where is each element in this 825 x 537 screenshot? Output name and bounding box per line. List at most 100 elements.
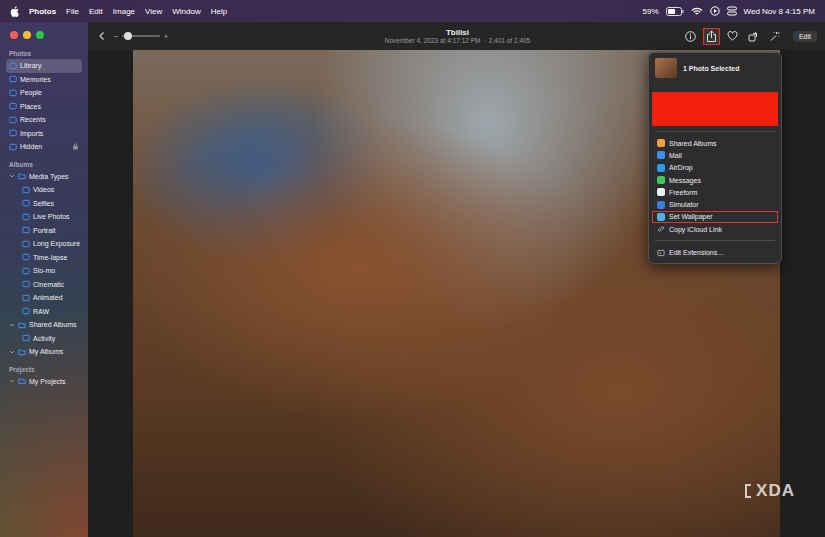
sidebar-item[interactable]: People bbox=[6, 86, 82, 100]
sidebar-label: Time-lapse bbox=[33, 254, 67, 261]
share-menu-item[interactable]: Freeform bbox=[652, 186, 778, 198]
rotate-icon[interactable] bbox=[748, 31, 759, 42]
apple-icon[interactable] bbox=[10, 6, 19, 17]
zoom-out[interactable]: − bbox=[114, 33, 118, 40]
sidebar-item[interactable]: Library bbox=[6, 59, 82, 73]
lock-icon bbox=[72, 143, 79, 150]
menu-item[interactable]: File bbox=[66, 7, 79, 16]
sidebar-label: RAW bbox=[33, 308, 49, 315]
info-icon[interactable] bbox=[685, 31, 696, 42]
link-icon bbox=[657, 225, 665, 233]
edit-button[interactable]: Edit bbox=[793, 31, 817, 42]
sidebar-item[interactable]: Recents bbox=[6, 113, 82, 127]
disclosure-icon[interactable] bbox=[9, 349, 15, 355]
app-menu[interactable]: Photos bbox=[29, 7, 56, 16]
menu-item[interactable]: Help bbox=[211, 7, 227, 16]
sidebar-subitem[interactable]: Time-lapse bbox=[6, 251, 82, 265]
close-button[interactable] bbox=[10, 31, 18, 39]
toolbar-button[interactable] bbox=[745, 28, 762, 45]
album-icon bbox=[9, 116, 17, 124]
sidebar-item[interactable]: Memories bbox=[6, 73, 82, 87]
sidebar-subitem[interactable]: Animated bbox=[6, 291, 82, 305]
heart-icon[interactable] bbox=[727, 31, 738, 41]
share-menu-item[interactable]: Copy iCloud Link bbox=[652, 223, 778, 235]
menu-item[interactable]: Window bbox=[172, 7, 200, 16]
separator bbox=[655, 131, 775, 132]
sidebar-item[interactable]: Hidden bbox=[6, 140, 82, 154]
sidebar-item[interactable]: Media Types bbox=[6, 170, 82, 184]
zoom-in[interactable]: + bbox=[164, 33, 168, 40]
album-icon bbox=[22, 267, 30, 275]
wifi-icon[interactable] bbox=[691, 7, 703, 16]
share-menu-item[interactable]: Set Wallpaper bbox=[652, 211, 778, 223]
sidebar-subitem[interactable]: RAW bbox=[6, 305, 82, 319]
minimize-button[interactable] bbox=[23, 31, 31, 39]
share-icon[interactable] bbox=[706, 30, 717, 42]
sidebar-subitem[interactable]: Videos bbox=[6, 183, 82, 197]
menu-item[interactable]: Edit bbox=[89, 7, 103, 16]
share-item-label: Copy iCloud Link bbox=[669, 226, 722, 233]
clock[interactable]: Wed Nov 8 4:15 PM bbox=[744, 7, 815, 16]
sidebar-subitem[interactable]: Selfies bbox=[6, 197, 82, 211]
disclosure-icon[interactable] bbox=[9, 378, 15, 384]
album-icon bbox=[9, 75, 17, 83]
battery-icon[interactable] bbox=[666, 7, 684, 16]
sidebar-subitem[interactable]: Activity bbox=[6, 332, 82, 346]
toolbar-button[interactable] bbox=[724, 28, 741, 45]
sidebar-label: Portrait bbox=[33, 227, 56, 234]
edit-extensions[interactable]: Edit Extensions… bbox=[652, 246, 778, 258]
share-menu-item[interactable]: AirDrop bbox=[652, 162, 778, 174]
share-menu-item[interactable]: Mail bbox=[652, 149, 778, 161]
sidebar-subitem[interactable]: Portrait bbox=[6, 224, 82, 238]
sidebar-subitem[interactable]: Long Exposure bbox=[6, 237, 82, 251]
share-menu-item[interactable]: Messages bbox=[652, 174, 778, 186]
play-icon[interactable] bbox=[710, 6, 720, 16]
app-icon bbox=[657, 139, 665, 147]
back-chevron-icon[interactable] bbox=[98, 31, 106, 41]
zoom-slider[interactable]: − + bbox=[114, 33, 168, 40]
share-menu-item[interactable]: Shared Albums bbox=[652, 137, 778, 149]
toolbar-button[interactable] bbox=[682, 28, 699, 45]
sidebar-label: My Albums bbox=[29, 348, 63, 355]
sidebar-item[interactable]: My Albums bbox=[6, 345, 82, 359]
battery-percent: 59% bbox=[643, 7, 659, 16]
zoom-track[interactable] bbox=[122, 35, 160, 37]
sidebar-label: Recents bbox=[20, 116, 46, 123]
xda-bracket-icon bbox=[744, 484, 753, 498]
disclosure-icon[interactable] bbox=[9, 173, 15, 179]
photos-app: Photos File Edit Image View Window Help 59% W… bbox=[0, 0, 825, 537]
photo-thumbnail bbox=[655, 58, 677, 78]
app-icon bbox=[657, 151, 665, 159]
album-icon bbox=[22, 294, 30, 302]
sidebar-label: Library bbox=[20, 62, 41, 69]
zoom-knob[interactable] bbox=[124, 32, 132, 40]
control-center-icon[interactable] bbox=[727, 6, 737, 16]
share-item-label: Mail bbox=[669, 152, 682, 159]
sidebar-section: Albums Media Types Videos Selfies Live P… bbox=[6, 159, 82, 359]
sidebar-subitem[interactable]: Live Photos bbox=[6, 210, 82, 224]
sidebar-subitem[interactable]: Slo-mo bbox=[6, 264, 82, 278]
magic-wand-icon[interactable] bbox=[769, 31, 780, 42]
share-item-label: Messages bbox=[669, 177, 701, 184]
disclosure-icon[interactable] bbox=[9, 322, 15, 328]
section-title: Projects bbox=[6, 364, 82, 375]
sidebar-item[interactable]: My Projects bbox=[6, 375, 82, 389]
toolbar-button[interactable] bbox=[766, 28, 783, 45]
status-area: 59% Wed Nov 8 4:15 PM bbox=[643, 6, 815, 16]
folder-icon bbox=[18, 172, 26, 180]
menu-bar: Photos File Edit Image View Window Help 59% W… bbox=[0, 0, 825, 22]
sidebar-subitem[interactable]: Cinematic bbox=[6, 278, 82, 292]
sidebar-item[interactable]: Shared Albums bbox=[6, 318, 82, 332]
sidebar-item[interactable]: Imports bbox=[6, 127, 82, 141]
menu-item[interactable]: Image bbox=[113, 7, 135, 16]
folder-icon bbox=[18, 321, 26, 329]
zoom-button[interactable] bbox=[36, 31, 44, 39]
share-menu-item[interactable]: Simulator bbox=[652, 198, 778, 210]
album-icon bbox=[22, 199, 30, 207]
app-icon bbox=[657, 176, 665, 184]
sidebar-section: Photos Library Memories People Places Re… bbox=[6, 48, 82, 154]
toolbar-button[interactable] bbox=[703, 28, 720, 45]
menu-item[interactable]: View bbox=[145, 7, 162, 16]
sidebar-item[interactable]: Places bbox=[6, 100, 82, 114]
sidebar-label: Live Photos bbox=[33, 213, 70, 220]
